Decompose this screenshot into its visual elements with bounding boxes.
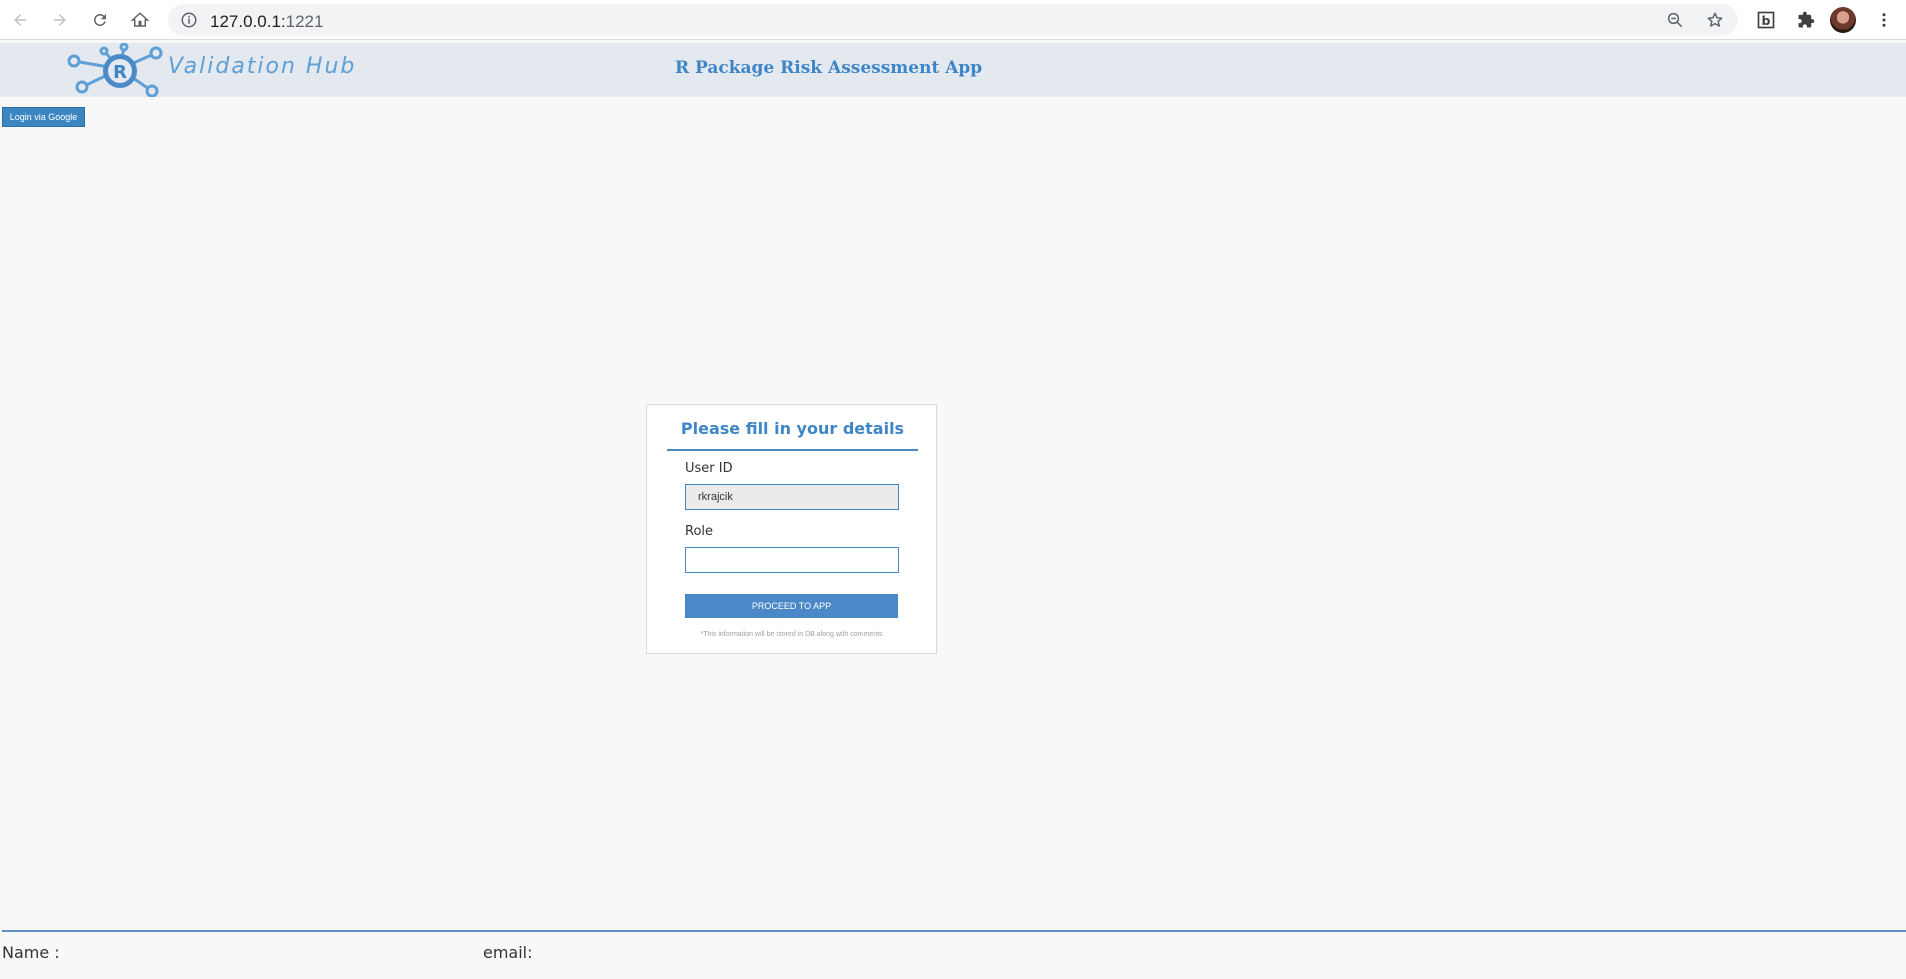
b-extension-icon: b [1757,11,1775,29]
back-button[interactable] [6,6,34,34]
arrow-right-icon [54,14,66,26]
user-id-label: User ID [685,461,733,476]
role-input[interactable] [685,547,899,573]
address-bar[interactable]: 127.0.0.1:1221 [168,4,1738,36]
url-host: 127.0.0.1: [210,12,286,31]
proceed-to-app-button[interactable]: PROCEED TO APP [685,594,898,618]
details-form-card: Please fill in your details User ID Role… [646,404,937,654]
svg-text:b: b [1762,13,1771,28]
network-logo-icon: R [67,43,163,97]
form-title: Please fill in your details [667,415,918,451]
zoom-out-icon [1667,12,1683,28]
home-button[interactable] [126,6,154,34]
arrow-left-icon [14,14,26,26]
b-extension-button[interactable]: b [1752,6,1780,34]
app-title: R Package Risk Assessment App [675,58,983,78]
user-id-input[interactable] [685,484,899,510]
storage-note: *This information will be stored in DB a… [700,631,883,638]
role-label: Role [685,524,714,539]
profile-avatar[interactable] [1830,7,1856,33]
extensions-button[interactable] [1792,6,1820,34]
url-port: 1221 [285,12,324,31]
app-header: R Validation Hub R Package Risk Assessme… [0,43,1906,97]
browser-toolbar: 127.0.0.1:1221 b [0,0,1906,40]
validation-hub-logo: R Validation Hub [58,43,418,97]
logo-text: Validation Hub [168,54,357,79]
home-icon [131,12,149,27]
reload-icon [93,13,106,26]
footer-divider [2,930,1906,932]
star-icon [1707,12,1723,27]
url-text: 127.0.0.1:1221 [210,12,323,32]
browser-menu-button[interactable] [1870,6,1898,34]
login-google-button[interactable]: Login via Google [2,107,85,127]
footer-email-label: email: [483,943,533,962]
forward-button[interactable] [46,6,74,34]
reload-button[interactable] [86,6,114,34]
puzzle-icon [1798,11,1815,28]
kebab-menu-icon [1882,13,1886,27]
info-icon[interactable] [180,11,198,29]
logo-letter: R [113,62,127,83]
zoom-button[interactable] [1661,6,1689,34]
footer-name-label: Name : [2,943,60,962]
bookmark-button[interactable] [1701,6,1729,34]
